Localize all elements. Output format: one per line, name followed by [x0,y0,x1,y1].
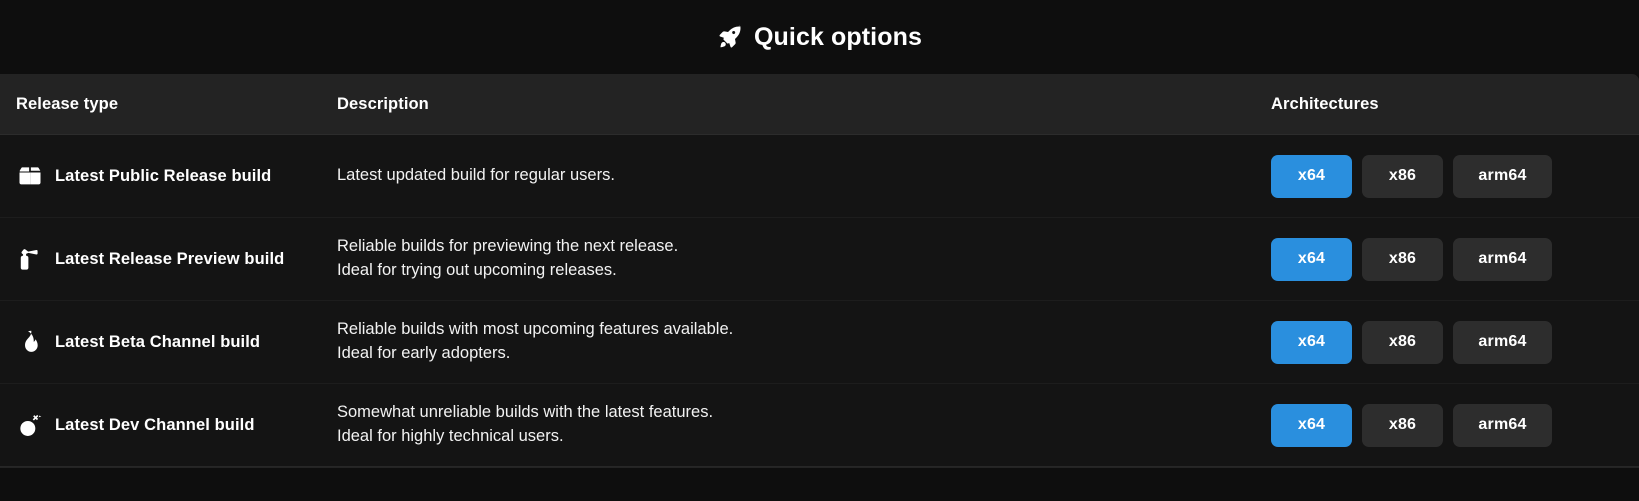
arch-button-x64[interactable]: x64 [1271,237,1352,281]
table-header-row: Release type Description Architectures [0,74,1639,135]
arch-button-x64[interactable]: x64 [1271,154,1352,198]
fire-extinguisher-icon [16,245,44,273]
description-cell: Latest updated build for regular users. [328,135,1262,217]
release-type-cell: Latest Beta Channel build [0,301,328,383]
bottom-divider [0,467,1639,468]
table-row: Latest Release Preview build Reliable bui… [0,218,1639,301]
release-type-content: Latest Release Preview build [16,245,284,273]
architectures-cell: x64 x86 arm64 [1262,135,1639,217]
package-box-icon [16,162,44,190]
description-text: Reliable builds for previewing the next … [337,235,678,283]
page-title-wrap: Quick options [717,23,922,52]
table-body: Latest Public Release build Latest update… [0,135,1639,467]
architecture-button-group: x64 x86 arm64 [1271,320,1552,364]
arch-button-arm64[interactable]: arm64 [1453,154,1552,198]
table-row: Latest Public Release build Latest update… [0,135,1639,218]
column-header-description-label: Description [337,94,429,113]
arch-button-x86[interactable]: x86 [1362,237,1443,281]
description-line: Ideal for trying out upcoming releases. [337,261,617,279]
release-type-content: Latest Public Release build [16,162,271,190]
release-type-content: Latest Dev Channel build [16,411,255,439]
column-header-release-type: Release type [0,95,328,114]
architecture-button-group: x64 x86 arm64 [1271,237,1552,281]
release-type-label: Latest Public Release build [55,166,272,185]
architecture-button-group: x64 x86 arm64 [1271,403,1552,447]
description-text: Reliable builds with most upcoming featu… [337,318,733,366]
arch-button-x86[interactable]: x86 [1362,403,1443,447]
release-type-label: Latest Release Preview build [55,249,285,268]
page-title: Quick options [754,22,922,51]
arch-button-x86[interactable]: x86 [1362,320,1443,364]
description-text: Somewhat unreliable builds with the late… [337,401,713,449]
column-header-description: Description [328,95,1262,114]
page-header: Quick options [0,0,1639,74]
column-header-release-type-label: Release type [16,94,119,113]
architectures-cell: x64 x86 arm64 [1262,301,1639,383]
description-line: Reliable builds with most upcoming featu… [337,320,734,339]
description-cell: Reliable builds for previewing the next … [328,218,1262,300]
description-cell: Reliable builds with most upcoming featu… [328,301,1262,383]
arch-button-x86[interactable]: x86 [1362,154,1443,198]
architecture-button-group: x64 x86 arm64 [1271,154,1552,198]
release-type-cell: Latest Dev Channel build [0,384,328,466]
architectures-cell: x64 x86 arm64 [1262,384,1639,466]
flame-icon [16,328,44,356]
description-line: Ideal for early adopters. [337,344,511,362]
release-type-cell: Latest Release Preview build [0,218,328,300]
column-header-architectures-label: Architectures [1271,94,1379,113]
arch-button-arm64[interactable]: arm64 [1453,237,1552,281]
release-type-label: Latest Dev Channel build [55,415,255,434]
description-line: Reliable builds for previewing the next … [337,237,679,256]
column-header-architectures: Architectures [1262,95,1639,114]
description-text: Latest updated build for regular users. [337,164,615,188]
table-row: Latest Dev Channel build Somewhat unrelia… [0,384,1639,466]
table-row: Latest Beta Channel build Reliable builds… [0,301,1639,384]
release-type-cell: Latest Public Release build [0,135,328,217]
release-type-content: Latest Beta Channel build [16,328,260,356]
arch-button-arm64[interactable]: arm64 [1453,320,1552,364]
arch-button-x64[interactable]: x64 [1271,320,1352,364]
arch-button-arm64[interactable]: arm64 [1453,403,1552,447]
quick-options-table: Release type Description Architectures L… [0,74,1639,467]
bomb-icon [16,411,44,439]
arch-button-x64[interactable]: x64 [1271,403,1352,447]
release-type-label: Latest Beta Channel build [55,332,261,351]
description-line: Latest updated build for regular users. [337,166,615,185]
architectures-cell: x64 x86 arm64 [1262,218,1639,300]
description-line: Ideal for highly technical users. [337,427,564,445]
description-cell: Somewhat unreliable builds with the late… [328,384,1262,466]
description-line: Somewhat unreliable builds with the late… [337,403,714,422]
rocket-icon [717,24,743,50]
